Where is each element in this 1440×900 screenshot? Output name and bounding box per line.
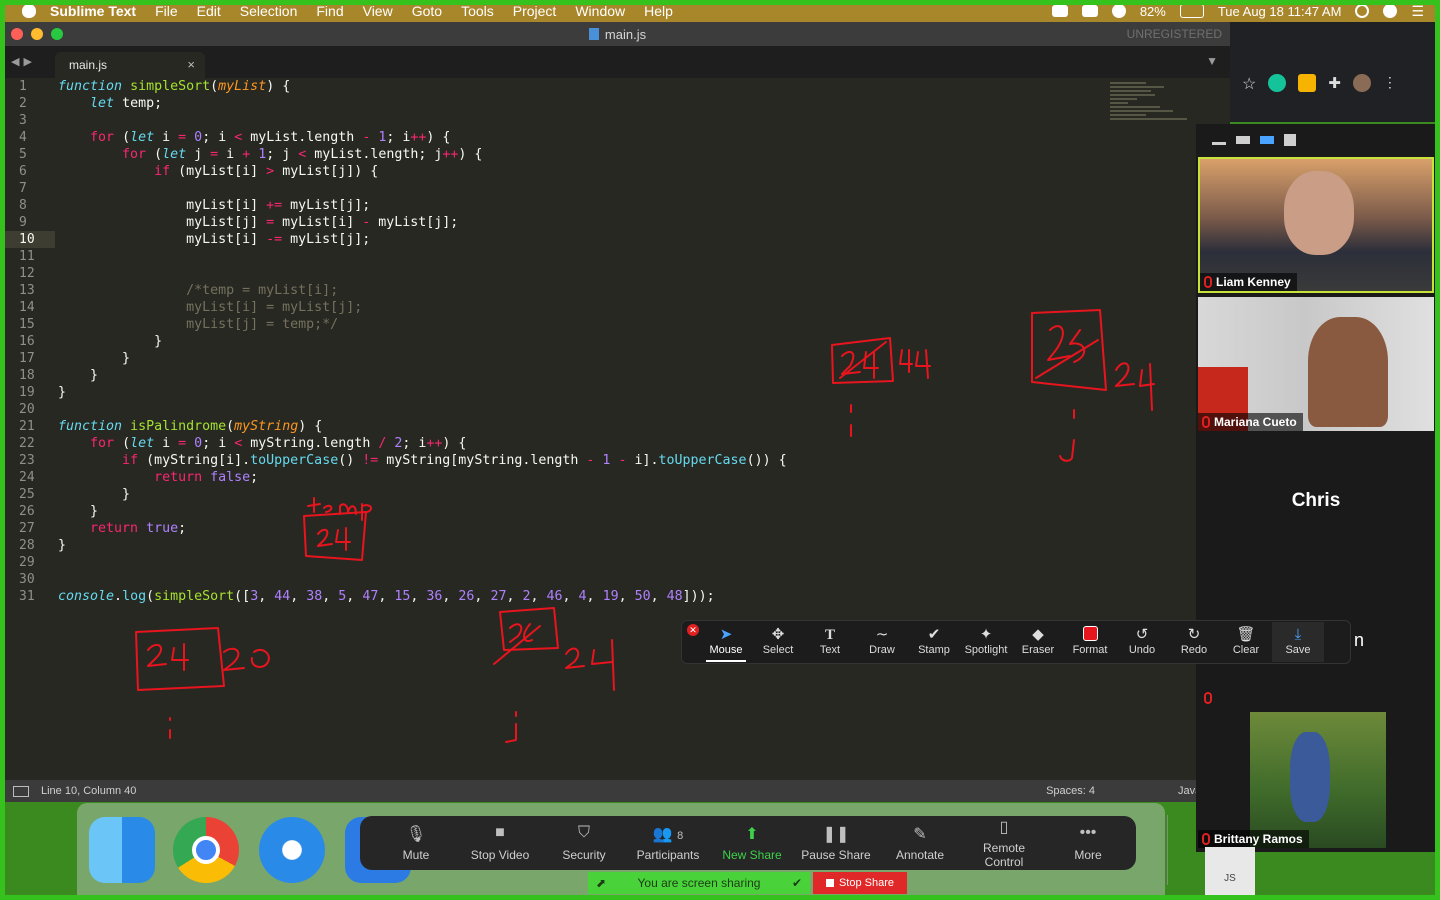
- annotation-mark: [505, 711, 517, 743]
- annotation-strike: [1035, 339, 1099, 379]
- annotation-strike: [493, 625, 541, 665]
- annotation-mark: [1059, 409, 1075, 462]
- annotation-digits: [899, 349, 931, 379]
- annotation-box: [1031, 309, 1107, 391]
- annotation-digits: [1047, 325, 1085, 363]
- annotation-digits: [509, 623, 533, 643]
- annotation-digits: [1115, 362, 1155, 411]
- annotation-digits: [841, 350, 879, 379]
- annotation-digits: [565, 639, 615, 691]
- annotation-box: [499, 607, 559, 651]
- annotation-digits: [317, 527, 351, 551]
- annotation-digits: [147, 643, 189, 671]
- annotation-box: [303, 511, 367, 561]
- annotation-drawings: [135, 309, 1155, 743]
- annotation-word: [307, 497, 372, 521]
- annotation-digits: [223, 647, 270, 671]
